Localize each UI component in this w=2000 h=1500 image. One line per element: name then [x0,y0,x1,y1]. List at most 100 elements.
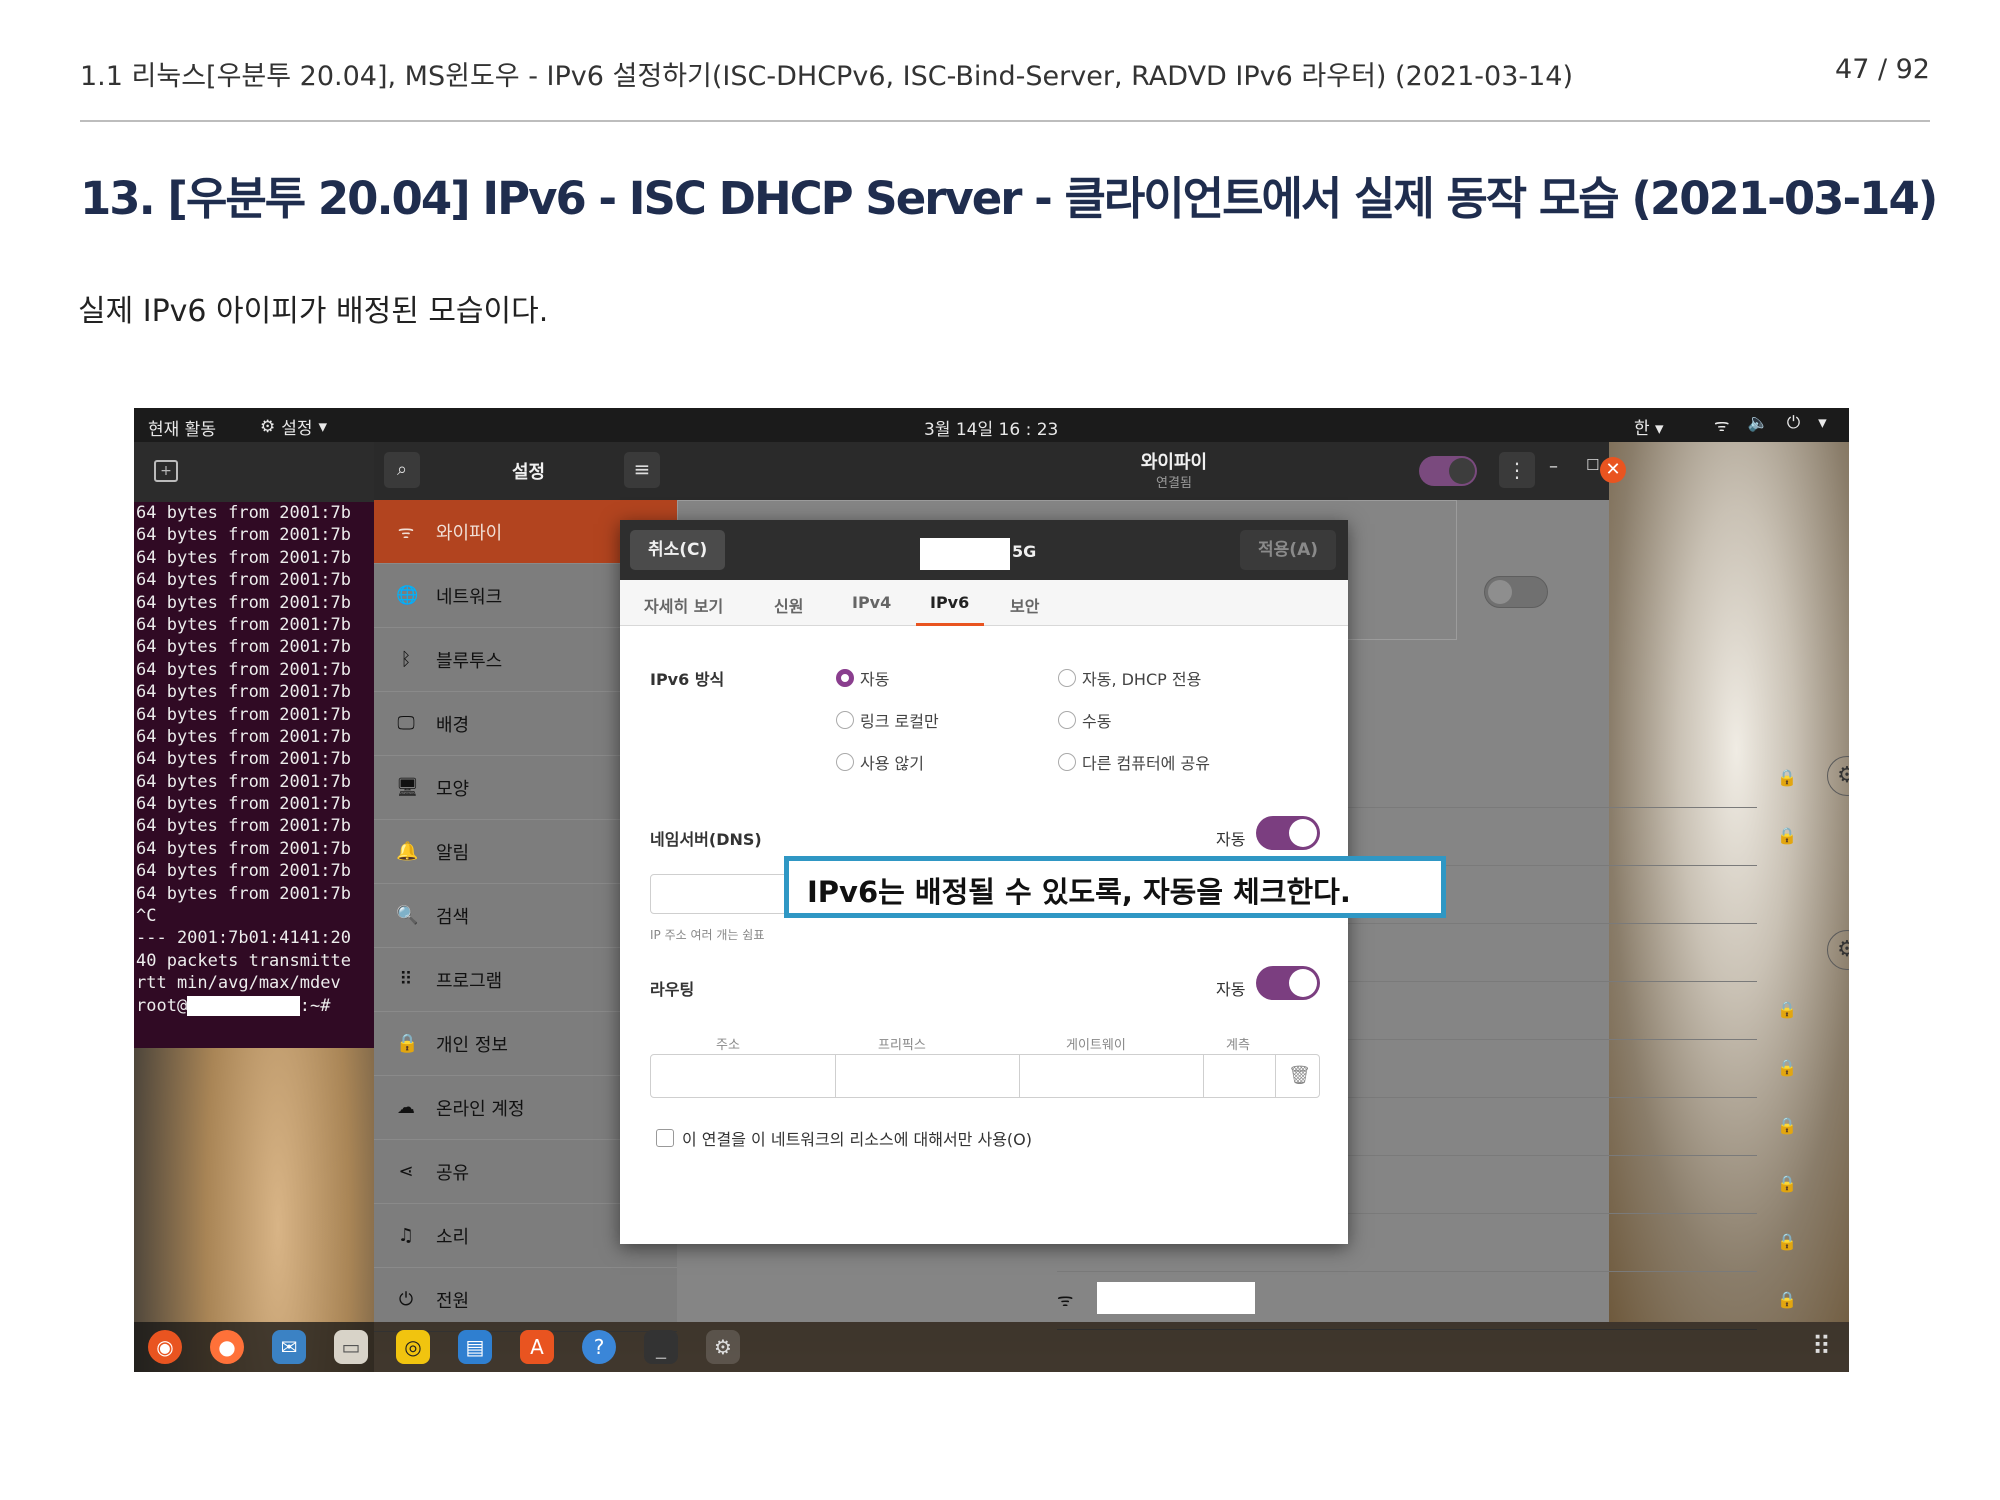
sidebar-item-label: 모양 [436,778,470,800]
terminal-line: 64 bytes from 2001:7b [136,726,351,747]
app-menu[interactable]: ⚙ 설정 ▾ [260,414,328,440]
only-local-resources-checkbox[interactable]: 이 연결을 이 네트워크의 리소스에 대해서만 사용(O) [656,1126,1032,1150]
apply-button[interactable]: 적용(A) [1240,530,1336,570]
dns-auto-toggle[interactable] [1256,816,1320,850]
sidebar-item-label: 온라인 계정 [436,1098,525,1120]
hamburger-icon: ≡ [633,457,651,481]
software-icon[interactable]: A [520,1330,554,1364]
terminal-line: ^C [136,906,157,927]
ipv6-method-radio[interactable]: 링크 로컬만 [836,708,939,732]
radio-label: 링크 로컬만 [860,712,939,731]
ipv6-method-radio[interactable]: 자동, DHCP 전용 [1058,666,1201,690]
lock-icon: 🔒 [1777,1058,1797,1077]
prompt-suffix: :~# [299,995,341,1016]
terminal-line: 64 bytes from 2001:7b [136,861,351,882]
sidebar-item-label: 전원 [436,1290,470,1312]
mail-icon[interactable]: ✉ [272,1330,306,1364]
route-entry-row[interactable]: 🗑 [650,1054,1320,1098]
terminal-line: 64 bytes from 2001:7b [136,570,351,591]
hostname-redaction [187,995,300,1016]
panel-subtitle: 연결됨 [1156,476,1192,491]
search-button[interactable]: ⌕ [384,452,420,488]
tab-identity[interactable]: 신원 [774,593,803,617]
wifi-toggle[interactable] [1419,456,1477,486]
appearance-icon: 🖥 [396,777,419,798]
firefox-icon[interactable]: ● [210,1330,244,1364]
tab-details[interactable]: 자세히 보기 [644,593,723,617]
music-player-icon[interactable]: ◎ [396,1330,430,1364]
radio-label: 사용 않기 [860,754,924,773]
lock-icon: 🔒 [1777,1232,1797,1251]
bell-icon: 🔔 [396,841,419,862]
radio-label: 자동 [860,670,890,689]
chevron-down-icon: ▾ [1818,413,1827,433]
share-icon: ⋖ [398,1161,414,1182]
lock-icon: 🔒 [1777,1000,1797,1019]
route-col-address: 주소 [716,1038,740,1053]
body-paragraph: 실제 IPv6 아이피가 배정된 모습이다. [78,294,549,329]
background-icon: 🖵 [397,713,415,734]
terminal-output: 64 bytes from 2001:7b 64 bytes from 2001:… [134,502,374,1048]
terminal-line: 64 bytes from 2001:7b [136,682,351,703]
radio-indicator [1058,753,1076,771]
checkbox-label: 이 연결을 이 네트워크의 리소스에 대해서만 사용(O) [682,1130,1032,1149]
terminal-line: 64 bytes from 2001:7b [136,883,351,904]
routing-auto-toggle[interactable] [1256,966,1320,1000]
network-name-redaction [1097,1282,1255,1314]
show-apps-icon[interactable]: ⠿ [1812,1332,1831,1362]
system-tray[interactable]: ᯤ 🔈 ⏻ ▾ [1714,413,1827,436]
gnome-top-bar: 현재 활동 ⚙ 설정 ▾ 3월 14일 16 : 23 한 ▾ ᯤ 🔈 ⏻ ▾ [134,408,1849,442]
lock-icon: 🔒 [1777,768,1797,787]
dns-auto-label: 자동 [1216,830,1246,849]
tab-ipv4[interactable]: IPv4 [852,593,891,612]
trash-icon[interactable]: 🗑 [1288,1065,1311,1086]
ipv6-method-radio[interactable]: 사용 않기 [836,750,924,774]
tab-ipv6[interactable]: IPv6 [930,593,969,612]
wifi-icon: ᯤ [397,521,415,543]
terminal-window[interactable]: + 64 bytes from 2001:7b 64 bytes from 200… [134,442,374,1322]
input-method-label: 한 [1634,419,1650,439]
sidebar-item-label: 검색 [436,906,470,928]
more-options-button[interactable]: ⋮ [1499,452,1535,488]
settings-icon[interactable]: ⚙ [706,1330,740,1364]
ipv6-method-radio[interactable]: 다른 컴퓨터에 공유 [1058,750,1210,774]
sidebar-item-label: 프로그램 [436,970,503,992]
cancel-button[interactable]: 취소(C) [630,530,726,570]
close-icon: ✕ [1605,459,1621,480]
terminal-line: 64 bytes from 2001:7b [136,503,351,523]
route-col-prefix: 프리픽스 [878,1038,926,1053]
close-button[interactable]: ✕ [1600,457,1626,483]
help-icon[interactable]: ? [582,1330,616,1364]
tab-security[interactable]: 보안 [1010,593,1039,617]
route-col-gateway: 게이트웨이 [1066,1038,1126,1053]
terminal-line: 64 bytes from 2001:7b [136,771,351,792]
terminal-icon[interactable]: _ [644,1330,678,1364]
terminal-line: 64 bytes from 2001:7b [136,838,351,859]
maximize-button[interactable]: ☐ [1586,456,1599,474]
activities-button[interactable]: 현재 활동 [148,415,216,440]
radio-indicator [836,753,854,771]
terminal-line: 64 bytes from 2001:7b [136,704,351,725]
new-tab-icon[interactable]: + [154,460,178,482]
dialog-header: 취소(C) 5G 적용(A) [620,520,1348,580]
ipv6-method-radio[interactable]: 자동 [836,666,889,690]
sidebar-item-label: 소리 [436,1226,470,1248]
minimize-button[interactable]: – [1549,456,1558,477]
files-icon[interactable]: ▭ [334,1330,368,1364]
app-menu-label: 설정 [281,419,313,439]
airplane-mode-toggle[interactable] [1484,576,1548,608]
menu-button[interactable]: ≡ [624,452,660,488]
sidebar-item-label: 공유 [436,1162,470,1184]
chevron-down-icon: ▾ [318,416,328,437]
checkbox-box [656,1129,674,1147]
ipv6-method-radio[interactable]: 수동 [1058,708,1111,732]
input-method-menu[interactable]: 한 ▾ [1634,414,1664,439]
document-icon[interactable]: ▤ [458,1330,492,1364]
sidebar-item-label: 블루투스 [436,650,503,672]
ssid-suffix: 5G [1012,542,1037,561]
clock[interactable]: 3월 14일 16 : 23 [924,415,1058,440]
terminal-header: + [134,442,374,502]
terminal-line: 64 bytes from 2001:7b [136,525,351,546]
ubuntu-icon[interactable]: ◉ [148,1330,182,1364]
terminal-line: 64 bytes from 2001:7b [136,637,351,658]
